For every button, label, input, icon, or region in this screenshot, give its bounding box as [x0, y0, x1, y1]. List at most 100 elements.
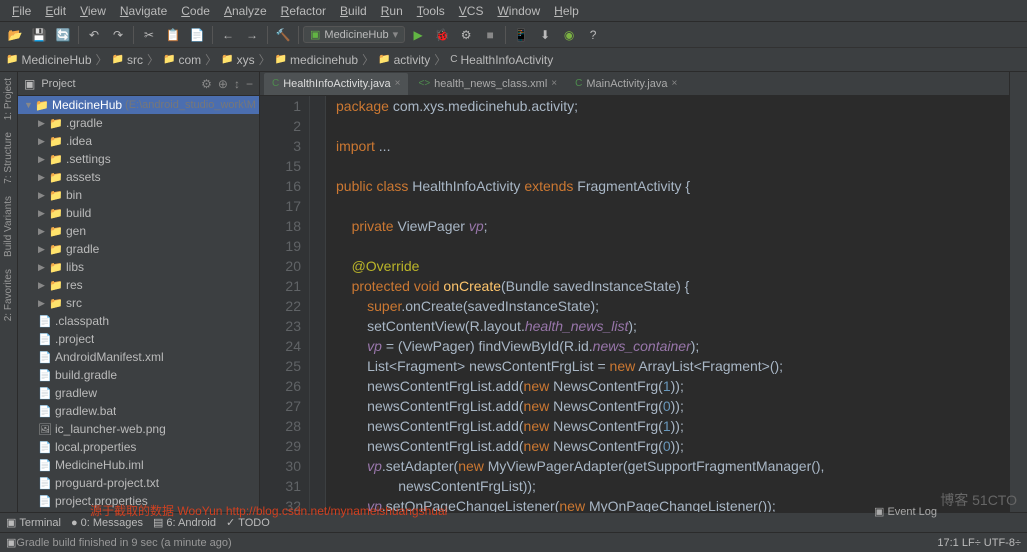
menu-run[interactable]: Run [375, 2, 409, 20]
tree-node[interactable]: ▶📁res [18, 276, 259, 294]
sdk-icon[interactable]: ⬇ [534, 24, 556, 46]
paste-icon[interactable]: 📄 [186, 24, 208, 46]
project-view-icon[interactable]: ▣ [24, 77, 35, 91]
tree-node[interactable]: 🖼ic_launcher-web.png [18, 420, 259, 438]
breadcrumb-item[interactable]: 📁 medicinehub [275, 53, 359, 67]
tree-node[interactable]: ▶📁assets [18, 168, 259, 186]
tree-node[interactable]: ▶📁.settings [18, 150, 259, 168]
tree-node[interactable]: ▶📁.gradle [18, 114, 259, 132]
menu-window[interactable]: Window [491, 2, 546, 20]
tool-window-tab[interactable]: 2: Favorites [1, 263, 16, 327]
tree-node[interactable]: 📄AndroidManifest.xml [18, 348, 259, 366]
project-tree[interactable]: ▼📁MedicineHub (E:\android_studio_work\M▶… [18, 96, 259, 512]
project-header: ▣ Project ⚙ ⊕ ↕ − [18, 72, 259, 96]
forward-icon[interactable]: → [241, 24, 263, 46]
editor-tabs: CHealthInfoActivity.java×<>health_news_c… [260, 72, 1009, 96]
close-tab-icon[interactable]: × [671, 78, 677, 89]
redo-icon[interactable]: ↷ [107, 24, 129, 46]
collapse-icon[interactable]: ↕ [234, 77, 240, 91]
status-position: 17:1 LF÷ UTF-8÷ [937, 537, 1021, 549]
breadcrumb-item[interactable]: 📁 com [163, 53, 201, 67]
bottom-tab[interactable]: ▣ Terminal [6, 516, 61, 529]
close-tab-icon[interactable]: × [551, 78, 557, 89]
copy-icon[interactable]: 📋 [162, 24, 184, 46]
tree-node[interactable]: ▶📁gradle [18, 240, 259, 258]
left-tool-rail: 1: Project7: StructureBuild Variants2: F… [0, 72, 18, 512]
menu-tools[interactable]: Tools [411, 2, 451, 20]
avd-icon[interactable]: 📱 [510, 24, 532, 46]
breadcrumb-item[interactable]: 📁 xys [221, 53, 254, 67]
tree-node[interactable]: ▶📁libs [18, 258, 259, 276]
status-bar: ▣ Gradle build finished in 9 sec (a minu… [0, 532, 1027, 552]
tree-node[interactable]: 📄MedicineHub.iml [18, 456, 259, 474]
cut-icon[interactable]: ✂ [138, 24, 160, 46]
menu-navigate[interactable]: Navigate [114, 2, 173, 20]
tree-node[interactable]: 📄.classpath [18, 312, 259, 330]
project-tool-window: ▣ Project ⚙ ⊕ ↕ − ▼📁MedicineHub (E:\andr… [18, 72, 260, 512]
project-view-label[interactable]: Project [41, 78, 195, 90]
right-tool-rail [1009, 72, 1027, 512]
close-tab-icon[interactable]: × [395, 78, 401, 89]
editor-tab[interactable]: CHealthInfoActivity.java× [264, 73, 408, 95]
tool-window-tab[interactable]: 7: Structure [1, 126, 16, 190]
tree-node[interactable]: 📄proguard-project.txt [18, 474, 259, 492]
tool-window-tab[interactable]: 1: Project [1, 72, 16, 126]
breadcrumb-item[interactable]: C HealthInfoActivity [450, 53, 553, 67]
editor-tab[interactable]: <>health_news_class.xml× [410, 73, 565, 95]
tree-node[interactable]: 📄build.gradle [18, 366, 259, 384]
line-gutter: 123151617181920212223242526272829303132 [260, 96, 310, 512]
editor-area: CHealthInfoActivity.java×<>health_news_c… [260, 72, 1009, 512]
android-icon[interactable]: ◉ [558, 24, 580, 46]
main-toolbar: 📂 💾 🔄 ↶ ↷ ✂ 📋 📄 ← → 🔨 ▣ MedicineHub ▾ ▶ … [0, 22, 1027, 48]
build-icon[interactable]: 🔨 [272, 24, 294, 46]
tree-node[interactable]: ▶📁src [18, 294, 259, 312]
run-config-label: MedicineHub [324, 29, 388, 41]
tree-node[interactable]: 📄gradlew [18, 384, 259, 402]
menu-view[interactable]: View [74, 2, 112, 20]
project-settings-icon[interactable]: ⚙ [201, 77, 212, 91]
tree-node[interactable]: 📄gradlew.bat [18, 402, 259, 420]
sync-icon[interactable]: 🔄 [52, 24, 74, 46]
tree-node[interactable]: 📄local.properties [18, 438, 259, 456]
nav-breadcrumb: 📁 MedicineHub〉📁 src〉📁 com〉📁 xys〉📁 medici… [0, 48, 1027, 72]
editor-tab[interactable]: CMainActivity.java× [567, 73, 685, 95]
menu-build[interactable]: Build [334, 2, 373, 20]
hide-icon[interactable]: − [246, 77, 253, 91]
code-content[interactable]: package com.xys.medicinehub.activity; im… [326, 96, 1009, 512]
menu-vcs[interactable]: VCS [453, 2, 490, 20]
event-log-button[interactable]: ▣ Event Log [874, 505, 937, 518]
back-icon[interactable]: ← [217, 24, 239, 46]
code-editor[interactable]: 123151617181920212223242526272829303132 … [260, 96, 1009, 512]
breadcrumb-item[interactable]: 📁 src [112, 53, 143, 67]
help-icon[interactable]: ? [582, 24, 604, 46]
breadcrumb-item[interactable]: 📁 activity [378, 53, 430, 67]
status-icon: ▣ [6, 536, 16, 549]
save-icon[interactable]: 💾 [28, 24, 50, 46]
status-message: Gradle build finished in 9 sec (a minute… [16, 537, 937, 549]
attach-icon[interactable]: ⚙ [455, 24, 477, 46]
tool-window-tab[interactable]: Build Variants [1, 190, 16, 263]
menu-edit[interactable]: Edit [39, 2, 72, 20]
tree-node[interactable]: ▶📁.idea [18, 132, 259, 150]
menu-code[interactable]: Code [175, 2, 216, 20]
tree-node[interactable]: ▼📁MedicineHub (E:\android_studio_work\M [18, 96, 259, 114]
tree-node[interactable]: ▶📁bin [18, 186, 259, 204]
marker-gutter [310, 96, 326, 512]
menu-analyze[interactable]: Analyze [218, 2, 273, 20]
breadcrumb-item[interactable]: 📁 MedicineHub [6, 53, 92, 67]
menu-file[interactable]: File [6, 2, 37, 20]
run-config-dropdown[interactable]: ▣ MedicineHub ▾ [303, 26, 405, 43]
menu-bar: FileEditViewNavigateCodeAnalyzeRefactorB… [0, 0, 1027, 22]
menu-help[interactable]: Help [548, 2, 585, 20]
open-icon[interactable]: 📂 [4, 24, 26, 46]
stop-icon[interactable]: ■ [479, 24, 501, 46]
tree-node[interactable]: ▶📁build [18, 204, 259, 222]
undo-icon[interactable]: ↶ [83, 24, 105, 46]
run-icon[interactable]: ▶ [407, 24, 429, 46]
scroll-from-source-icon[interactable]: ⊕ [218, 77, 228, 91]
tree-node[interactable]: ▶📁gen [18, 222, 259, 240]
menu-refactor[interactable]: Refactor [275, 2, 332, 20]
tree-node[interactable]: 📄.project [18, 330, 259, 348]
overlay-text: 源于截取的数据 WooYun http://blog.csdn.net/myna… [90, 502, 447, 519]
debug-icon[interactable]: 🐞 [431, 24, 453, 46]
